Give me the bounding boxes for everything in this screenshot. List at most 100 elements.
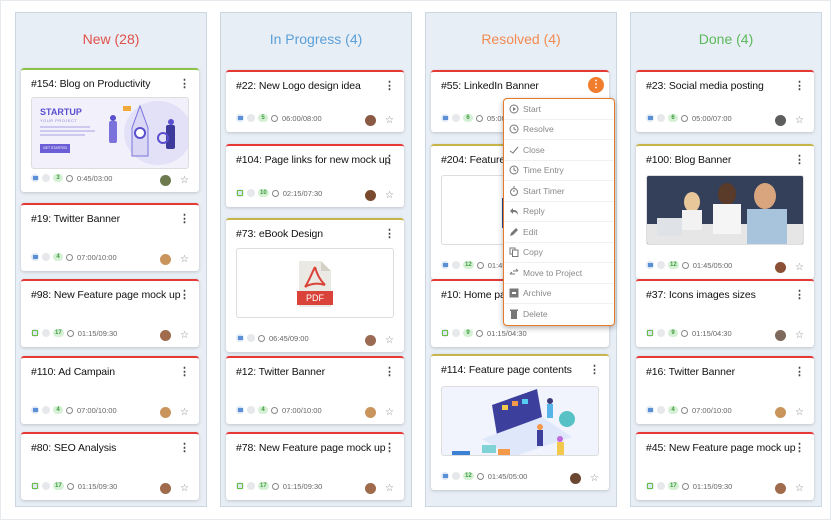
task-card[interactable]: #16: Twitter Banner ⋮ 4 07:00/10:00 ☆ [636,356,814,424]
task-card[interactable]: #22: New Logo design idea ⋮ 5 06:00/08:0… [226,70,404,132]
star-icon[interactable]: ☆ [385,190,394,202]
menu-item-reply[interactable]: Reply [504,202,614,222]
menu-item-time-entry[interactable]: Time Entry [504,161,614,181]
comment-count-badge[interactable]: 3 [53,174,63,182]
assignee-avatar[interactable] [160,483,171,494]
assignee-avatar[interactable] [775,262,786,273]
menu-item-archive[interactable]: Archive [504,284,614,304]
comment-count-badge[interactable]: 4 [53,406,63,414]
more-options-icon[interactable]: ⋮ [794,442,805,454]
star-icon[interactable]: ☆ [590,473,599,485]
assignee-avatar[interactable] [365,115,376,126]
attachment-icon[interactable] [42,253,50,261]
comment-count-badge[interactable]: 10 [258,189,269,197]
menu-item-edit[interactable]: Edit [504,222,614,243]
more-options-icon[interactable]: ⋮ [179,213,190,225]
assignee-avatar[interactable] [570,473,581,484]
more-options-icon[interactable]: ⋮ [794,289,805,301]
attachment-icon[interactable] [42,174,50,182]
star-icon[interactable]: ☆ [180,483,189,495]
assignee-avatar[interactable] [775,330,786,341]
more-options-icon[interactable]: ⋮ [179,442,190,454]
more-options-button-active[interactable]: ⋮ [588,77,604,93]
assignee-avatar[interactable] [775,483,786,494]
startup-illustration-thumbnail[interactable]: STARTUP YOUR PROJECT GET STARTED [31,97,189,169]
task-card[interactable]: #104: Page links for new mock up ⋮ 10 02… [226,144,404,207]
assignee-avatar[interactable] [775,407,786,418]
task-card[interactable]: #114: Feature page contents ⋮ 12 01:45/0… [431,354,609,490]
comment-count-badge[interactable]: 12 [463,261,474,269]
more-options-icon[interactable]: ⋮ [384,154,395,166]
comment-count-badge[interactable]: 6 [668,114,678,122]
task-card[interactable]: #98: New Feature page mock up ⋮ 17 01:15… [21,279,199,347]
attachment-icon[interactable] [42,482,50,490]
assignee-avatar[interactable] [160,407,171,418]
star-icon[interactable]: ☆ [180,254,189,266]
assignee-avatar[interactable] [365,190,376,201]
assignee-avatar[interactable] [365,335,376,346]
task-card[interactable]: #45: New Feature page mock up ⋮ 17 01:15… [636,432,814,500]
assignee-avatar[interactable] [365,483,376,494]
menu-item-resolve[interactable]: Resolve [504,120,614,140]
attachment-icon[interactable] [657,406,665,414]
menu-item-start[interactable]: Start [504,99,614,120]
more-options-icon[interactable]: ⋮ [589,364,600,376]
star-icon[interactable]: ☆ [180,175,189,187]
comment-count-badge[interactable]: 4 [668,406,678,414]
attachment-icon[interactable] [247,406,255,414]
comment-count-badge[interactable]: 17 [668,482,679,490]
attachment-icon[interactable] [247,114,255,122]
star-icon[interactable]: ☆ [385,335,394,347]
more-options-icon[interactable]: ⋮ [794,80,805,92]
more-options-icon[interactable]: ⋮ [179,78,190,90]
comment-count-badge[interactable]: 9 [668,329,678,337]
assignee-avatar[interactable] [775,115,786,126]
attachment-icon[interactable] [452,472,460,480]
task-card[interactable]: #37: Icons images sizes ⋮ 9 01:15/04:30 … [636,279,814,347]
attachment-icon[interactable] [657,329,665,337]
star-icon[interactable]: ☆ [180,330,189,342]
menu-item-copy[interactable]: Copy [504,243,614,263]
comment-count-badge[interactable]: 4 [258,406,268,414]
more-options-icon[interactable]: ⋮ [384,442,395,454]
attachment-icon[interactable] [247,334,255,342]
office-team-photo-thumbnail[interactable] [646,175,804,245]
task-card[interactable]: #73: eBook Design ⋮ PDF 06:45/09:00 ☆ [226,218,404,352]
star-icon[interactable]: ☆ [385,407,394,419]
comment-count-badge[interactable]: 17 [53,482,64,490]
attachment-icon[interactable] [657,114,665,122]
task-card[interactable]: #110: Ad Campain ⋮ 4 07:00/10:00 ☆ [21,356,199,424]
task-card[interactable]: #19: Twitter Banner ⋮ 4 07:00/10:00 ☆ [21,203,199,271]
star-icon[interactable]: ☆ [385,115,394,127]
star-icon[interactable]: ☆ [795,115,804,127]
star-icon[interactable]: ☆ [795,330,804,342]
isometric-laptop-thumbnail[interactable] [441,386,599,456]
star-icon[interactable]: ☆ [795,483,804,495]
task-card[interactable]: #23: Social media posting ⋮ 6 05:00/07:0… [636,70,814,132]
task-card[interactable]: #154: Blog on Productivity ⋮ STARTUP YOU… [21,68,199,192]
comment-count-badge[interactable]: 4 [53,253,63,261]
assignee-avatar[interactable] [160,175,171,186]
comment-count-badge[interactable]: 5 [258,114,268,122]
comment-count-badge[interactable]: 12 [463,472,474,480]
star-icon[interactable]: ☆ [795,262,804,274]
task-card[interactable]: #80: SEO Analysis ⋮ 17 01:15/09:30 ☆ [21,432,199,500]
comment-count-badge[interactable]: 17 [258,482,269,490]
attachment-icon[interactable] [247,482,255,490]
more-options-icon[interactable]: ⋮ [179,366,190,378]
comment-count-badge[interactable]: 12 [668,261,679,269]
attachment-icon[interactable] [452,114,460,122]
attachment-icon[interactable] [452,261,460,269]
attachment-icon[interactable] [657,482,665,490]
more-options-icon[interactable]: ⋮ [384,228,395,240]
attachment-icon[interactable] [42,406,50,414]
assignee-avatar[interactable] [160,254,171,265]
more-options-icon[interactable]: ⋮ [384,80,395,92]
assignee-avatar[interactable] [365,407,376,418]
comment-count-badge[interactable]: 6 [463,114,473,122]
assignee-avatar[interactable] [160,330,171,341]
menu-item-delete[interactable]: Delete [504,304,614,325]
more-options-icon[interactable]: ⋮ [794,366,805,378]
menu-item-close[interactable]: Close [504,140,614,161]
star-icon[interactable]: ☆ [180,407,189,419]
